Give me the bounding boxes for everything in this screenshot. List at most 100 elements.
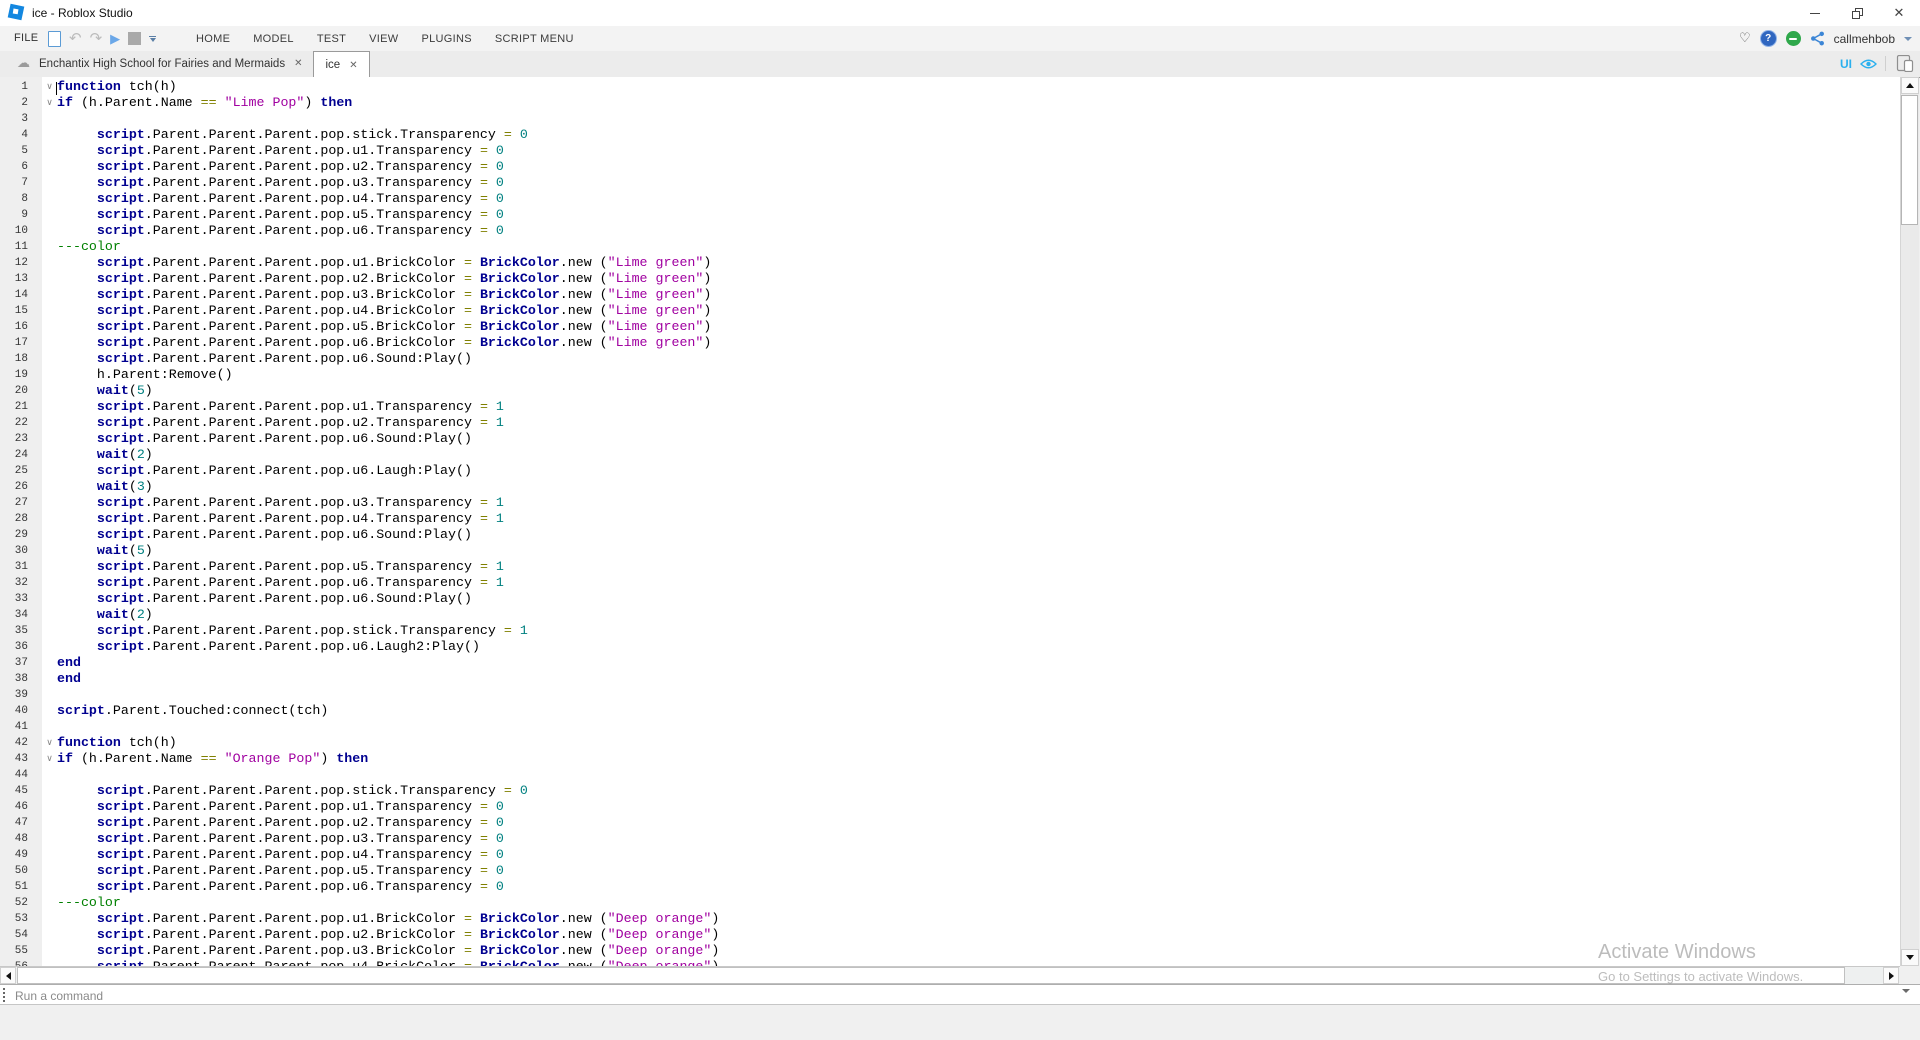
code-line[interactable]: 48 script.Parent.Parent.Parent.pop.u3.Tr… [0,831,1900,847]
code-line[interactable]: 38 end [0,671,1900,687]
code-line[interactable]: 25 script.Parent.Parent.Parent.pop.u6.La… [0,463,1900,479]
code-line[interactable]: 43 ∨ if (h.Parent.Name == "Orange Pop") th… [0,751,1900,767]
code-line[interactable]: 45 script.Parent.Parent.Parent.pop.stick… [0,783,1900,799]
code-line[interactable]: 5 script.Parent.Parent.Parent.pop.u1.Tra… [0,143,1900,159]
close-button[interactable]: ✕ [1878,0,1920,26]
menu-item-script-menu[interactable]: SCRIPT MENU [495,33,574,45]
code-line[interactable]: 34 wait(2) [0,607,1900,623]
code-line[interactable]: 21 script.Parent.Parent.Parent.pop.u1.Tr… [0,399,1900,415]
code-line[interactable]: 32 script.Parent.Parent.Parent.pop.u6.Tr… [0,575,1900,591]
eye-icon[interactable] [1860,58,1877,70]
code-line[interactable]: 31 script.Parent.Parent.Parent.pop.u5.Tr… [0,559,1900,575]
code-line[interactable]: 33 script.Parent.Parent.Parent.pop.u6.So… [0,591,1900,607]
code-line[interactable]: 3 [0,111,1900,127]
scroll-left-button[interactable] [0,967,16,984]
restore-button[interactable] [1836,0,1878,26]
code-line[interactable]: 53 script.Parent.Parent.Parent.pop.u1.Br… [0,911,1900,927]
code-line[interactable]: 17 script.Parent.Parent.Parent.pop.u6.Br… [0,335,1900,351]
horizontal-scrollbar-thumb[interactable] [17,967,1845,984]
scroll-right-button[interactable] [1883,967,1899,984]
code-line[interactable]: 13 script.Parent.Parent.Parent.pop.u2.Br… [0,271,1900,287]
new-file-icon[interactable] [48,30,61,47]
code-line[interactable]: 35 script.Parent.Parent.Parent.pop.stick… [0,623,1900,639]
code-line[interactable]: 44 [0,767,1900,783]
menu-item-view[interactable]: VIEW [369,33,398,45]
command-input[interactable] [13,985,1877,1006]
code-line[interactable]: 18 script.Parent.Parent.Parent.pop.u6.So… [0,351,1900,367]
vertical-scrollbar[interactable] [1900,77,1919,966]
code-line[interactable]: 46 script.Parent.Parent.Parent.pop.u1.Tr… [0,799,1900,815]
menu-item-home[interactable]: HOME [196,33,230,45]
code-line[interactable]: 10 script.Parent.Parent.Parent.pop.u6.Tr… [0,223,1900,239]
code-line[interactable]: 6 script.Parent.Parent.Parent.pop.u2.Tra… [0,159,1900,175]
code-line[interactable]: 4 script.Parent.Parent.Parent.pop.stick.… [0,127,1900,143]
code-line[interactable]: 11 ---color [0,239,1900,255]
code-line[interactable]: 29 script.Parent.Parent.Parent.pop.u6.So… [0,527,1900,543]
share-icon[interactable] [1810,31,1825,46]
code-line[interactable]: 19 h.Parent:Remove() [0,367,1900,383]
stop-icon[interactable] [128,32,142,45]
vertical-scrollbar-thumb[interactable] [1901,95,1918,225]
code-line[interactable]: 39 [0,687,1900,703]
code-line[interactable]: 55 script.Parent.Parent.Parent.pop.u3.Br… [0,943,1900,959]
tab-enchantix[interactable]: ☁ Enchantix High School for Fairies and M… [6,51,313,76]
code-line[interactable]: 56 script.Parent.Parent.Parent.pop.u4.Br… [0,959,1900,966]
code-line[interactable]: 30 wait(5) [0,543,1900,559]
code-line[interactable]: 28 script.Parent.Parent.Parent.pop.u4.Tr… [0,511,1900,527]
code-line[interactable]: 52 ---color [0,895,1900,911]
status-icon[interactable] [1785,31,1801,46]
code-line[interactable]: 36 script.Parent.Parent.Parent.pop.u6.La… [0,639,1900,655]
tab-close-icon[interactable]: ✕ [349,60,357,71]
horizontal-scrollbar[interactable] [0,966,1900,984]
device-emulator-icon[interactable] [1894,55,1914,72]
redo-icon[interactable]: ↷ [90,31,103,46]
menu-item-test[interactable]: TEST [317,33,346,45]
fold-arrow-icon[interactable]: ∨ [43,95,56,111]
code-line[interactable]: 42 ∨ function tch(h) [0,735,1900,751]
code-line[interactable]: 12 script.Parent.Parent.Parent.pop.u1.Br… [0,255,1900,271]
code-line[interactable]: 27 script.Parent.Parent.Parent.pop.u3.Tr… [0,495,1900,511]
code-line[interactable]: 47 script.Parent.Parent.Parent.pop.u2.Tr… [0,815,1900,831]
code-line[interactable]: 54 script.Parent.Parent.Parent.pop.u2.Br… [0,927,1900,943]
toolbar-dropdown-icon[interactable] [149,35,157,42]
code-line[interactable]: 26 wait(3) [0,479,1900,495]
code-line[interactable]: 8 script.Parent.Parent.Parent.pop.u4.Tra… [0,191,1900,207]
code-line[interactable]: 2 ∨ if (h.Parent.Name == "Lime Pop") then [0,95,1900,111]
account-name[interactable]: callmehbob [1834,32,1895,46]
code-line[interactable]: 49 script.Parent.Parent.Parent.pop.u4.Tr… [0,847,1900,863]
code-line[interactable]: 51 script.Parent.Parent.Parent.pop.u6.Tr… [0,879,1900,895]
account-dropdown-icon[interactable] [1904,36,1912,41]
code-line[interactable]: 40 script.Parent.Touched:connect(tch) [0,703,1900,719]
menu-item-model[interactable]: MODEL [253,33,294,45]
fold-arrow-icon[interactable]: ∨ [43,735,56,751]
code-line[interactable]: 9 script.Parent.Parent.Parent.pop.u5.Tra… [0,207,1900,223]
code-line[interactable]: 37 end [0,655,1900,671]
scroll-up-button[interactable] [1901,77,1919,94]
tab-close-icon[interactable]: ✕ [294,58,302,69]
heart-icon[interactable]: ♡ [1739,31,1751,46]
script-editor[interactable]: 1 ∨ function tch(h) 2 ∨ if (h.Parent.Name == … [0,77,1900,966]
minimize-button[interactable] [1794,0,1836,26]
fold-arrow-icon[interactable]: ∨ [43,751,56,767]
code-line[interactable]: 23 script.Parent.Parent.Parent.pop.u6.So… [0,431,1900,447]
help-icon[interactable]: ? [1759,30,1777,47]
code-line[interactable]: 15 script.Parent.Parent.Parent.pop.u4.Br… [0,303,1900,319]
code-line[interactable]: 24 wait(2) [0,447,1900,463]
file-menu[interactable]: FILE [14,32,38,44]
code-line[interactable]: 7 script.Parent.Parent.Parent.pop.u3.Tra… [0,175,1900,191]
tab-ice[interactable]: ice ✕ [313,51,370,78]
code-line[interactable]: 50 script.Parent.Parent.Parent.pop.u5.Tr… [0,863,1900,879]
code-line[interactable]: 1 ∨ function tch(h) [0,79,1900,95]
undo-icon[interactable]: ↶ [69,31,82,46]
code-line[interactable]: 41 [0,719,1900,735]
code-line[interactable]: 22 script.Parent.Parent.Parent.pop.u2.Tr… [0,415,1900,431]
menu-item-plugins[interactable]: PLUGINS [421,33,471,45]
scroll-down-button[interactable] [1901,949,1919,966]
code-line[interactable]: 14 script.Parent.Parent.Parent.pop.u3.Br… [0,287,1900,303]
command-bar-grip[interactable] [3,988,5,1002]
code-line[interactable]: 20 wait(5) [0,383,1900,399]
fold-arrow-icon[interactable]: ∨ [43,79,56,95]
code-line[interactable]: 16 script.Parent.Parent.Parent.pop.u5.Br… [0,319,1900,335]
play-icon[interactable]: ▶ [110,31,120,47]
ui-visibility-label[interactable]: UI [1840,57,1852,71]
